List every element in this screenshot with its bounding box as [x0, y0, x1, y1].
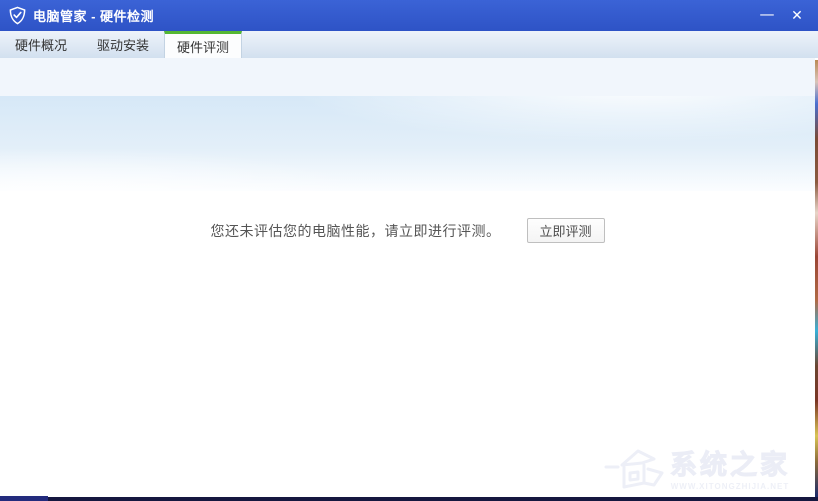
watermark-url: WWW.XITONGZHIJIA.NET — [671, 482, 790, 491]
shield-check-icon — [8, 6, 27, 25]
house-logo-icon — [604, 445, 666, 491]
bottom-window-edge — [0, 497, 818, 501]
tab-hardware-overview[interactable]: 硬件概况 — [0, 31, 82, 58]
wave-banner — [0, 96, 815, 191]
close-button[interactable]: ✕ — [782, 0, 812, 31]
tab-driver-install[interactable]: 驱动安装 — [82, 31, 164, 58]
titlebar: 电脑管家 - 硬件检测 — ✕ — [0, 0, 818, 31]
evaluate-now-button[interactable]: 立即评测 — [527, 218, 605, 243]
subheader-band — [0, 58, 815, 96]
window-title: 电脑管家 - 硬件检测 — [33, 6, 154, 25]
watermark-brand: 系统之家 — [670, 452, 790, 479]
evaluation-prompt-row: 您还未评估您的电脑性能，请立即进行评测。 立即评测 — [0, 218, 815, 243]
minimize-button[interactable]: — — [752, 0, 782, 31]
evaluation-prompt-text: 您还未评估您的电脑性能，请立即进行评测。 — [211, 221, 501, 241]
bottom-edge-highlight — [0, 496, 48, 501]
watermark-text-block: 系统之家 WWW.XITONGZHIJIA.NET — [670, 452, 790, 491]
tab-bar: 硬件概况 驱动安装 硬件评测 — [0, 31, 818, 58]
watermark: 系统之家 WWW.XITONGZHIJIA.NET — [604, 445, 790, 491]
tab-hardware-evaluation[interactable]: 硬件评测 — [164, 31, 242, 58]
